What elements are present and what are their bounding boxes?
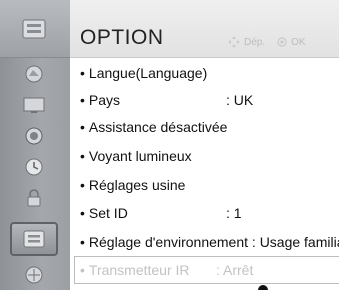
menu-item-value: : 1 [226, 205, 242, 221]
menu-item-value: : UK [226, 92, 254, 108]
menu-item-reglages-usine[interactable]: • Réglages usine [80, 174, 339, 196]
menu-item-voyant[interactable]: • Voyant lumineux [80, 145, 339, 167]
menu-item-label: Assistance désactivée [88, 119, 228, 135]
panel-header: OPTION Dép. OK [70, 0, 339, 58]
menu-item-label: Set ID [88, 205, 128, 221]
sound-icon[interactable] [16, 124, 52, 147]
menu-item-environnement[interactable]: • Réglage d'environnement : Usage famili… [80, 231, 339, 253]
menu-item-value: : Arrêt [216, 262, 254, 278]
option-icon[interactable] [10, 222, 58, 256]
page-title: OPTION [80, 26, 164, 49]
menu-item-label: Langue(Language) [88, 65, 208, 81]
network-icon[interactable] [16, 263, 52, 286]
sidebar-header [0, 0, 70, 58]
menu-item-label: Réglages usine [88, 177, 186, 193]
menu-item-label: Transmetteur IR [88, 262, 190, 278]
dpad-icon [228, 36, 240, 48]
lock-icon[interactable] [16, 186, 52, 209]
option-header-icon [16, 17, 52, 40]
option-panel: OPTION Dép. OK • Langue(Language) • Pays… [70, 0, 339, 290]
menu-item-langue[interactable]: • Langue(Language) [80, 62, 339, 84]
pointer-dot [258, 285, 268, 290]
menu-item-assistance[interactable]: • Assistance désactivée [80, 116, 339, 138]
move-hint-label: Dép. [244, 36, 266, 48]
menu-item-set-id[interactable]: • Set ID : 1 [80, 202, 339, 224]
navigation-hints: Dép. OK [228, 36, 306, 48]
ok-button-icon [277, 37, 287, 47]
clock-icon[interactable] [16, 155, 52, 178]
menu-item-pays[interactable]: • Pays : UK [80, 89, 339, 111]
menu-item-label: Pays [88, 92, 121, 108]
menu-item-transmetteur-ir[interactable]: • Transmetteur IR : Arrêt [74, 256, 339, 284]
ok-hint-label: OK [291, 36, 306, 48]
menu-item-label: Réglage d'environnement : Usage familia [88, 234, 339, 250]
tv-option-menu: OPTION Dép. OK • Langue(Language) • Pays… [0, 0, 339, 290]
screen-icon[interactable] [16, 93, 52, 116]
picture-icon[interactable] [16, 62, 52, 85]
menu-item-label: Voyant lumineux [88, 148, 192, 164]
category-sidebar [0, 0, 71, 290]
